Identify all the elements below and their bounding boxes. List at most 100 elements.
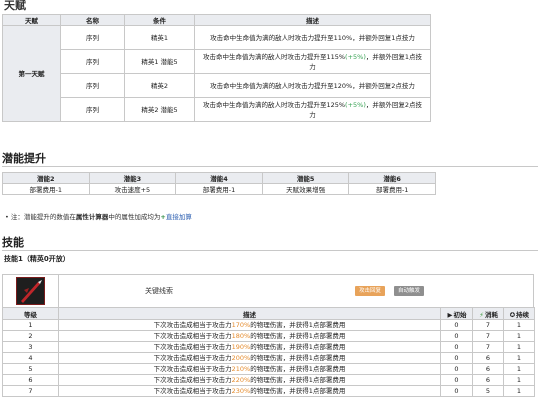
potential-header-row: 潜能2 潜能3 潜能4 潜能5 潜能6 (2, 172, 436, 184)
damage-percent: 180% (231, 332, 251, 340)
desc-prefix: 下次攻击造成相当于攻击力 (153, 321, 232, 329)
level-number: 6 (2, 374, 59, 386)
desc-text: 攻击命中生命值为满的敌人时攻击力提升至110%，并额外回复1点技力 (210, 33, 415, 42)
skill-icon-cell (3, 275, 59, 307)
duration: 1 (503, 363, 535, 375)
sp-cost: 6 (472, 374, 504, 386)
talent-row-condition: 精英1 (124, 25, 195, 50)
initial-sp: 0 (440, 385, 473, 397)
desc-suffix: 的物理伤害，并获得1点部署费用 (250, 365, 346, 373)
skill-level-row: 5 下次攻击造成相当于攻击力210%的物理伤害，并获得1点部署费用 0 6 1 (2, 363, 535, 375)
damage-percent: 200% (231, 354, 251, 362)
direct-add-link[interactable]: 直接加算 (166, 213, 192, 221)
attribute-calculator-link[interactable]: 属性计算器 (76, 213, 109, 221)
duration: 1 (503, 341, 535, 353)
sp-cost: 5 (472, 385, 504, 397)
sp-cost: 7 (472, 330, 504, 342)
skill-level-row: 6 下次攻击造成相当于攻击力220%的物理伤害，并获得1点部署费用 0 6 1 (2, 374, 535, 386)
initial-sp: 0 (440, 330, 473, 342)
potential-table: 潜能2 潜能3 潜能4 潜能5 潜能6 部署费用-1 攻击速度+5 部署费用-1… (2, 172, 436, 195)
desc-text: 攻击命中生命值为满的敌人时攻击力提升至125% (202, 100, 346, 109)
desc-prefix: 下次攻击造成相当于攻击力 (153, 365, 232, 373)
desc-suffix: 的物理伤害，并获得1点部署费用 (250, 376, 346, 384)
desc-text: 攻击命中生命值为满的敌人时攻击力提升至120%，并额外回复2点技力 (210, 81, 415, 90)
initial-sp: 0 (440, 341, 473, 353)
level-description: 下次攻击造成相当于攻击力210%的物理伤害，并获得1点部署费用 (58, 363, 441, 375)
damage-percent: 170% (231, 321, 251, 329)
play-icon: ▶ (447, 310, 453, 319)
talent-row-description: 攻击命中生命值为满的敌人时攻击力提升至115%(+5%)，并额外回复1点技力 (194, 49, 431, 74)
col-header-initial: ▶初始 (440, 307, 473, 320)
level-number: 3 (2, 341, 59, 353)
potential-header: 潜能3 (88, 172, 177, 184)
talent-row: 第一天赋 序列 精英1 攻击命中生命值为满的敌人时攻击力提升至110%，并额外回… (2, 25, 431, 122)
blade-icon-graphic (21, 280, 42, 303)
skill-label: 技能1（精英0开放） (4, 255, 70, 263)
skill-level-row: 7 下次攻击造成相当于攻击力230%的物理伤害，并获得1点部署费用 0 5 1 (2, 385, 535, 397)
talent-row-name: 序列 (60, 73, 125, 98)
desc-suffix: 的物理伤害，并获得1点部署费用 (250, 354, 346, 362)
level-description: 下次攻击造成相当于攻击力220%的物理伤害，并获得1点部署费用 (58, 374, 441, 386)
duration: 1 (503, 330, 535, 342)
talent-row-name: 序列 (60, 97, 125, 122)
level-description: 下次攻击造成相当于攻击力180%的物理伤害，并获得1点部署费用 (58, 330, 441, 342)
col-header-duration: ✪持续 (503, 307, 535, 320)
potential-value: 天赋效果增强 (261, 183, 350, 195)
skill-level-row: 2 下次攻击造成相当于攻击力180%的物理伤害，并获得1点部署费用 0 7 1 (2, 330, 535, 342)
talent-row-condition: 精英2 (124, 73, 195, 98)
desc-prefix: 下次攻击造成相当于攻击力 (153, 387, 232, 395)
talent-row: 序列 精英2 潜能5 攻击命中生命值为满的敌人时攻击力提升至125%(+5%)，… (3, 97, 431, 122)
talent-row-description: 攻击命中生命值为满的敌人时攻击力提升至120%，并额外回复2点技力 (194, 73, 431, 98)
talent-row-name: 序列 (60, 49, 125, 74)
potential-value: 攻击速度+5 (88, 183, 177, 195)
level-description: 下次攻击造成相当于攻击力170%的物理伤害，并获得1点部署费用 (58, 319, 441, 331)
col-header-cost-label: 消耗 (485, 310, 498, 319)
section-divider (2, 166, 538, 167)
talent-row: 序列 精英1 潜能5 攻击命中生命值为满的敌人时攻击力提升至115%(+5%)，… (3, 49, 431, 74)
section-divider (2, 250, 538, 251)
duration: 1 (503, 385, 535, 397)
initial-sp: 0 (440, 352, 473, 364)
skill-level-table: 等级 描述 ▶初始 ⚡消耗 ✪持续 1 下次攻击造成相当于攻击力170%的物理伤害… (2, 307, 535, 397)
sp-cost: 7 (472, 341, 504, 353)
talent-name: 第一天赋 (2, 25, 61, 122)
potential-value-row: 部署费用-1 攻击速度+5 部署费用-1 天赋效果增强 部署费用-1 (2, 183, 436, 195)
level-number: 1 (2, 319, 59, 331)
potential-section-title: 潜能提升 (2, 152, 46, 165)
talent-row-description: 攻击命中生命值为满的敌人时攻击力提升至110%，并额外回复1点技力 (194, 25, 431, 50)
col-header-description: 描述 (194, 14, 431, 26)
talent-table: 天赋 名称 条件 描述 第一天赋 序列 精英1 攻击命中生命值为满的敌人时攻击力… (2, 14, 431, 122)
sp-cost: 6 (472, 363, 504, 375)
initial-sp: 0 (440, 374, 473, 386)
potential-note: • 注：潜能提升的数值在属性计算器中的属性加成均为+直接加算 (5, 211, 192, 221)
initial-sp: 0 (440, 319, 473, 331)
talent-row: 序列 精英2 攻击命中生命值为满的敌人时攻击力提升至120%，并额外回复2点技力 (3, 73, 431, 98)
desc-suffix: 的物理伤害，并获得1点部署费用 (250, 343, 346, 351)
skill-section-title: 技能 (2, 236, 24, 249)
col-header-cost: ⚡消耗 (472, 307, 504, 320)
desc-suffix: 的物理伤害，并获得1点部署费用 (250, 332, 346, 340)
skill-level-header-row: 等级 描述 ▶初始 ⚡消耗 ✪持续 (2, 307, 535, 320)
duration: 1 (503, 374, 535, 386)
skill-level-row: 4 下次攻击造成相当于攻击力200%的物理伤害，并获得1点部署费用 0 6 1 (2, 352, 535, 364)
duration: 1 (503, 352, 535, 364)
clock-icon: ✪ (509, 310, 516, 319)
trigger-type-badge: 自动触发 (394, 286, 425, 296)
skill-header: 关键线索 攻击回复 自动触发 (2, 274, 534, 308)
level-description: 下次攻击造成相当于攻击力200%的物理伤害，并获得1点部署费用 (58, 352, 441, 364)
blade-skill-icon (16, 277, 45, 305)
talent-row-name: 序列 (60, 25, 125, 50)
col-header-duration-label: 持续 (516, 310, 529, 319)
sp-recovery-badge: 攻击回复 (355, 286, 386, 296)
col-header-name: 名称 (60, 14, 125, 26)
damage-percent: 230% (231, 387, 251, 395)
potential-value: 部署费用-1 (2, 183, 90, 195)
skill-level-row: 1 下次攻击造成相当于攻击力170%的物理伤害，并获得1点部署费用 0 7 1 (2, 319, 535, 331)
desc-prefix: 下次攻击造成相当于攻击力 (153, 343, 232, 351)
skill-name: 关键线索 (145, 287, 173, 295)
col-header-initial-label: 初始 (453, 310, 467, 319)
desc-bonus: (+5%) (345, 52, 366, 61)
potential-value: 部署费用-1 (348, 183, 436, 195)
potential-header: 潜能2 (2, 172, 90, 184)
desc-prefix: 下次攻击造成相当于攻击力 (153, 332, 232, 340)
